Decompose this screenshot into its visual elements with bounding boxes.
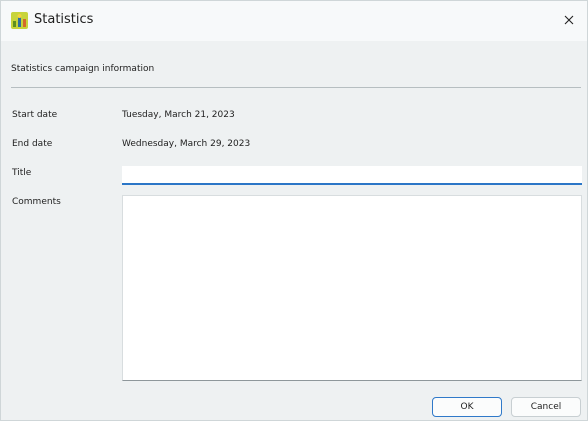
end-date-label: End date: [12, 139, 53, 149]
section-divider: [11, 87, 581, 88]
comments-label: Comments: [12, 197, 61, 207]
statistics-app-icon: [11, 12, 28, 29]
cancel-button[interactable]: Cancel: [511, 397, 581, 417]
close-button[interactable]: [557, 8, 581, 32]
title-label: Title: [12, 168, 32, 178]
close-icon: [564, 15, 574, 25]
comments-textarea[interactable]: [122, 195, 582, 381]
title-bar: Statistics: [1, 1, 587, 41]
end-date-value: Wednesday, March 29, 2023: [122, 139, 251, 149]
section-heading: Statistics campaign information: [11, 64, 155, 74]
ok-button[interactable]: OK: [432, 397, 502, 417]
statistics-dialog: Statistics Statistics campaign informati…: [0, 0, 588, 421]
window-title: Statistics: [34, 12, 94, 27]
title-input[interactable]: [122, 166, 582, 185]
start-date-label: Start date: [12, 110, 58, 120]
start-date-value: Tuesday, March 21, 2023: [122, 110, 235, 120]
